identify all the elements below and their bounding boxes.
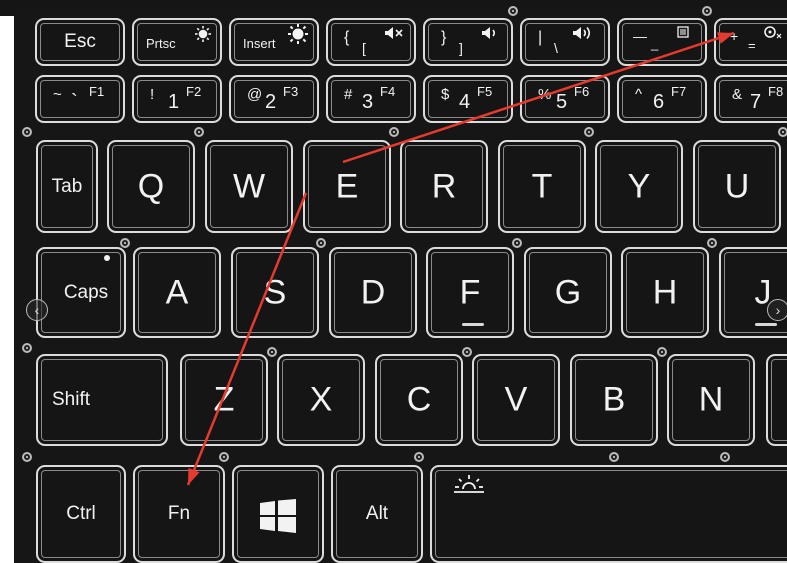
keyboard-photo: Esc Prtsc Insert { [ } ] | \ — _ + = Tab [0, 0, 787, 563]
arrow-shaft [186, 192, 308, 486]
arrow-head [716, 32, 734, 44]
arrow-shaft [342, 31, 735, 164]
red-arrow-icon [186, 31, 735, 486]
annotation-arrows [186, 31, 735, 486]
arrow-head [188, 467, 200, 485]
